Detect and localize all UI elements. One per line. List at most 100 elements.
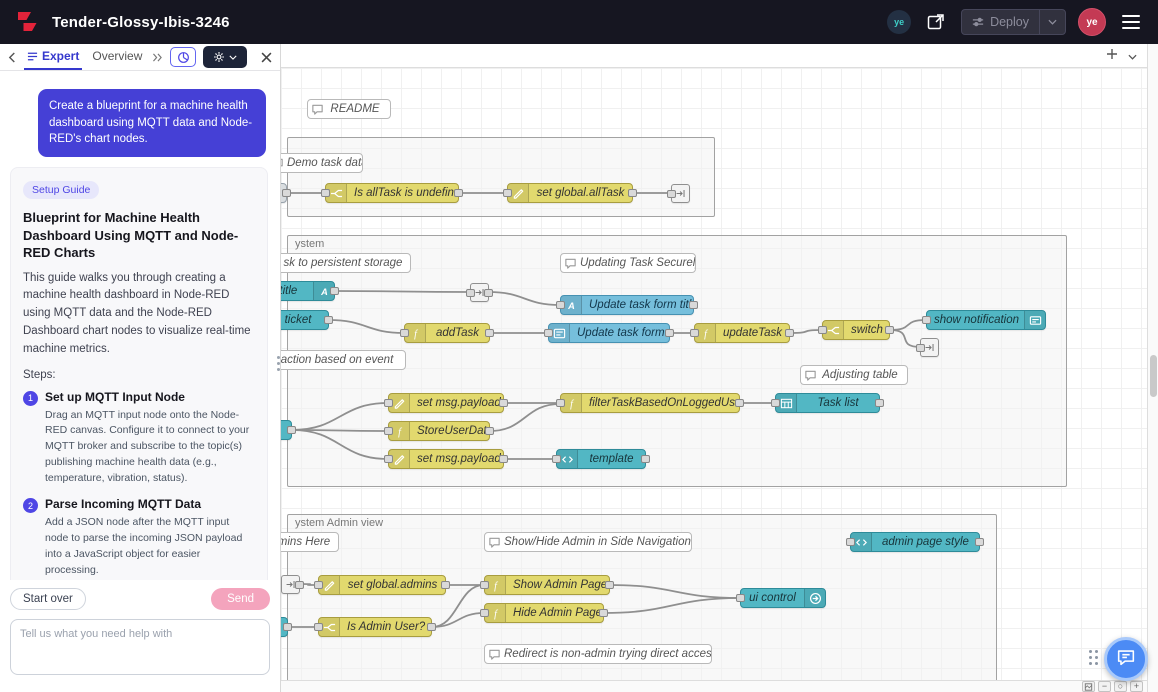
- output-port[interactable]: [785, 329, 794, 337]
- send-button[interactable]: Send: [211, 588, 270, 610]
- flow-node[interactable]: ffilterTaskBasedOnLoggedUser: [560, 393, 740, 413]
- input-port[interactable]: [314, 623, 323, 631]
- input-port[interactable]: [771, 399, 780, 407]
- output-port[interactable]: [735, 399, 744, 407]
- input-port[interactable]: [922, 316, 931, 324]
- output-port[interactable]: [628, 189, 637, 197]
- flow-node[interactable]: [281, 575, 300, 594]
- comment-node[interactable]: Show/Hide Admin in Side Navigation: [484, 532, 692, 552]
- flow-node[interactable]: ui control: [740, 588, 826, 608]
- flow-node[interactable]: Is allTask is undefined: [325, 183, 459, 203]
- assistant-fab-button[interactable]: [1104, 637, 1148, 681]
- output-port[interactable]: [295, 581, 304, 589]
- settings-dropdown-button[interactable]: [203, 46, 247, 68]
- output-port[interactable]: [283, 623, 292, 631]
- comment-node[interactable]: Demo task data: [281, 153, 363, 173]
- input-port[interactable]: [384, 455, 393, 463]
- flow-node[interactable]: [671, 184, 690, 203]
- chevron-double-icon[interactable]: [152, 53, 163, 62]
- deploy-button[interactable]: Deploy: [961, 9, 1066, 35]
- comment-node[interactable]: Updating Task Securely: [560, 253, 696, 273]
- output-port[interactable]: [665, 329, 674, 337]
- comment-node[interactable]: action based on event: [281, 350, 406, 370]
- flow-node[interactable]: template: [556, 449, 646, 469]
- flow-node[interactable]: Task list: [775, 393, 880, 413]
- flow-group[interactable]: [287, 137, 715, 217]
- team-avatar[interactable]: ye: [887, 10, 911, 34]
- output-port[interactable]: [485, 427, 494, 435]
- flow-node[interactable]: set global.admins: [318, 575, 446, 595]
- output-port[interactable]: [885, 326, 894, 334]
- input-port[interactable]: [314, 581, 323, 589]
- flow-node[interactable]: [281, 420, 292, 440]
- open-editor-icon[interactable]: [923, 10, 949, 34]
- flow-node[interactable]: admin page style: [850, 532, 980, 552]
- input-port[interactable]: [552, 455, 561, 463]
- comment-node[interactable]: Adjusting table: [800, 365, 908, 385]
- pie-chart-icon[interactable]: [170, 47, 196, 67]
- input-port[interactable]: [846, 538, 855, 546]
- flow-node[interactable]: [920, 338, 939, 357]
- zoom-reset-icon[interactable]: ○: [1114, 681, 1127, 692]
- output-port[interactable]: [282, 189, 291, 197]
- comment-node[interactable]: Redirect is non-admin trying direct acce…: [484, 644, 712, 664]
- flow-node[interactable]: Is Admin User?: [318, 617, 432, 637]
- output-port[interactable]: [599, 609, 608, 617]
- close-icon[interactable]: [261, 52, 272, 63]
- output-port[interactable]: [330, 287, 339, 295]
- output-port[interactable]: [324, 316, 333, 324]
- output-port[interactable]: [975, 538, 984, 546]
- panel-resize-handle[interactable]: [277, 356, 280, 371]
- flow-list-caret-icon[interactable]: [1128, 47, 1137, 65]
- flow-node[interactable]: set global.allTask: [507, 183, 633, 203]
- output-port[interactable]: [441, 581, 450, 589]
- output-port[interactable]: [499, 399, 508, 407]
- output-port[interactable]: [427, 623, 436, 631]
- assistant-conversation[interactable]: Create a blueprint for a machine health …: [0, 71, 280, 580]
- flow-node[interactable]: fHide Admin Page: [484, 603, 604, 623]
- assistant-input[interactable]: [10, 619, 270, 675]
- add-flow-icon[interactable]: [1106, 47, 1118, 65]
- input-port[interactable]: [544, 329, 553, 337]
- input-port[interactable]: [736, 594, 745, 602]
- comment-node[interactable]: sk to persistent storage: [281, 253, 411, 273]
- comment-node[interactable]: README: [307, 99, 391, 119]
- output-port[interactable]: [499, 455, 508, 463]
- input-port[interactable]: [690, 329, 699, 337]
- flow-node[interactable]: fStoreUserData: [388, 421, 490, 441]
- output-port[interactable]: [484, 289, 493, 297]
- output-port[interactable]: [875, 399, 884, 407]
- flow-node[interactable]: show notification: [926, 310, 1046, 330]
- output-port[interactable]: [605, 581, 614, 589]
- flow-canvas[interactable]: ystemystem Admin viewREADMEDemo task dat…: [281, 68, 1147, 680]
- input-port[interactable]: [384, 427, 393, 435]
- tab-overview[interactable]: Overview: [89, 44, 145, 70]
- scrollbar-thumb[interactable]: [1150, 355, 1157, 397]
- flow-node[interactable]: faddTask: [404, 323, 490, 343]
- flow-node[interactable]: fShow Admin Page: [484, 575, 610, 595]
- tab-expert[interactable]: Expert: [24, 44, 82, 70]
- output-port[interactable]: [454, 189, 463, 197]
- output-port[interactable]: [641, 455, 650, 463]
- input-port[interactable]: [818, 326, 827, 334]
- input-port[interactable]: [466, 289, 475, 297]
- flow-node[interactable]: Am title: [281, 281, 335, 301]
- horizontal-scrollbar[interactable]: − ○ +: [281, 680, 1147, 692]
- flow-node[interactable]: [281, 617, 288, 637]
- flow-node[interactable]: fupdateTask: [694, 323, 790, 343]
- flow-node[interactable]: AUpdate task form title: [560, 295, 694, 315]
- fab-drag-handle[interactable]: [1089, 650, 1098, 665]
- input-port[interactable]: [667, 190, 676, 198]
- input-port[interactable]: [384, 399, 393, 407]
- zoom-out-icon[interactable]: −: [1098, 681, 1111, 692]
- user-avatar[interactable]: ye: [1078, 8, 1106, 36]
- input-port[interactable]: [556, 301, 565, 309]
- flow-node[interactable]: Update task form: [548, 323, 670, 343]
- flow-node[interactable]: [470, 283, 489, 302]
- back-icon[interactable]: [8, 52, 17, 63]
- minimap-icon[interactable]: [1082, 681, 1095, 692]
- output-port[interactable]: [485, 329, 494, 337]
- menu-icon[interactable]: [1118, 11, 1144, 33]
- start-over-button[interactable]: Start over: [10, 588, 86, 610]
- flow-node[interactable]: [281, 183, 287, 203]
